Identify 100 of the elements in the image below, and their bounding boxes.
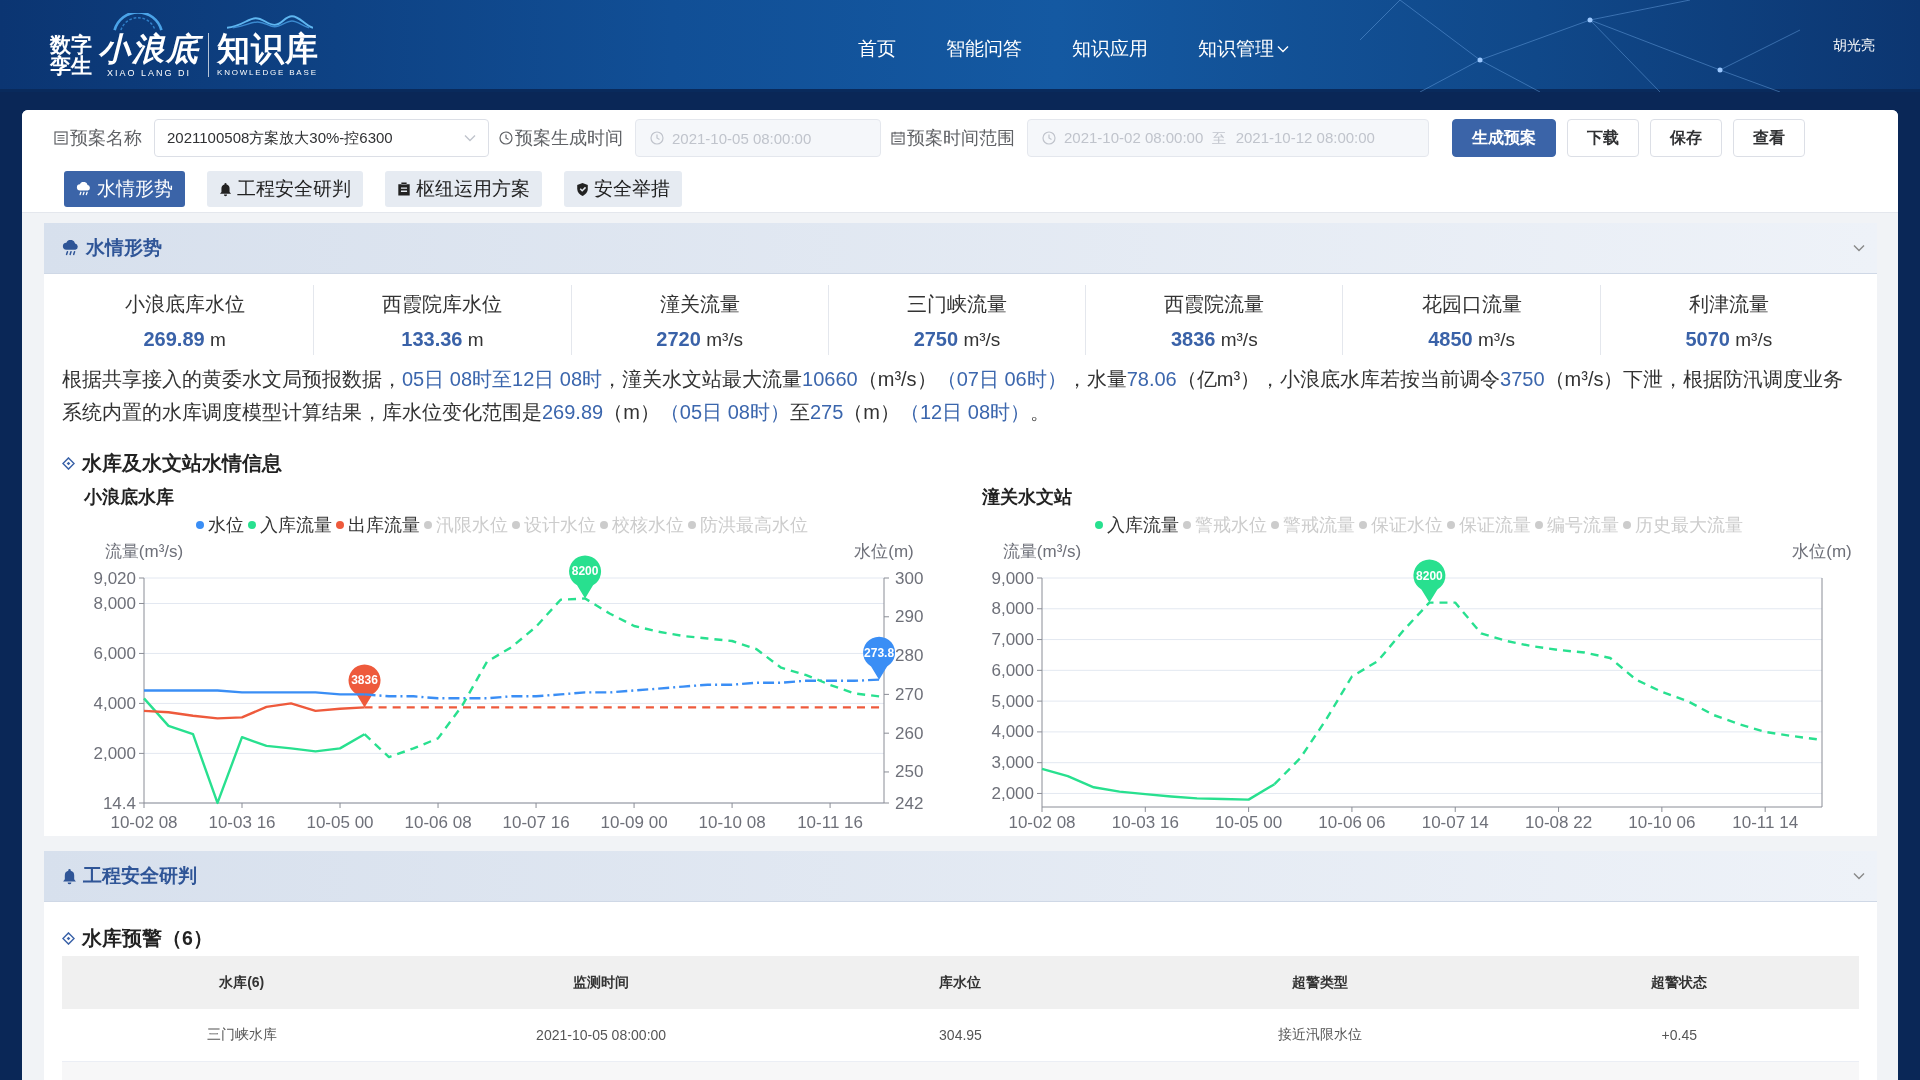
x-tick-label: 10-06 08 xyxy=(404,812,472,832)
section-title: 工程安全研判 xyxy=(83,864,197,888)
action-button[interactable]: 查看 xyxy=(1733,119,1805,157)
x-tick-label: 10-02 08 xyxy=(1008,812,1076,832)
y-tick-label: 14.4 xyxy=(102,793,136,813)
legend-dot-icon xyxy=(1270,521,1279,529)
legend-item[interactable]: 出库流量 xyxy=(336,513,420,537)
table-cell-text: 三门峡水库 xyxy=(205,1025,278,1044)
column-header: 库水位 xyxy=(938,972,983,992)
chevron-down-icon[interactable] xyxy=(1853,872,1865,880)
stat-label: 三门峡流量 xyxy=(907,292,1007,316)
y-tick-label: 7,000 xyxy=(991,630,1034,650)
diamond-icon xyxy=(62,931,75,945)
x-tick-label: 10-07 14 xyxy=(1421,812,1489,832)
y-tick-label: 270 xyxy=(895,684,924,704)
cloud-rain-icon xyxy=(76,182,92,196)
stat-label: 利津流量 xyxy=(1688,292,1769,316)
y-tick-label: 4,000 xyxy=(991,722,1034,742)
annotation: 8200 xyxy=(571,564,599,579)
x-tick-label: 10-10 08 xyxy=(698,812,766,832)
stat-value: 269.89 m xyxy=(143,327,226,352)
caret-icon xyxy=(464,134,476,142)
value-pin: 8200 xyxy=(1413,559,1446,603)
tab[interactable]: 水情形势 xyxy=(64,171,185,207)
x-tick-label: 10-03 16 xyxy=(208,812,276,832)
table-cell-text: 2021-10-05 08:00:00 xyxy=(535,1026,668,1045)
nav-link[interactable]: 知识管理 xyxy=(1198,37,1289,61)
bell-icon xyxy=(62,867,77,885)
logo-title: 知识库 xyxy=(217,32,319,66)
legend-dot-icon xyxy=(512,521,520,529)
table-cell-text: 接近汛限水位 xyxy=(1276,1025,1363,1044)
table-cell-text: 304.95 xyxy=(938,1026,983,1045)
subsection-title: 水库及水文站水情信息 xyxy=(82,450,282,476)
stat-value: 4850 m³/s xyxy=(1428,327,1515,352)
y-tick-label: 260 xyxy=(895,723,924,743)
y-tick-label: 9,000 xyxy=(991,568,1034,588)
logo-latin: XIAO LANG DI xyxy=(107,67,191,79)
legend-dot-icon xyxy=(424,521,432,529)
value-pin: 3836 xyxy=(348,664,381,708)
column-header: 超警状态 xyxy=(1650,972,1709,992)
logo-title-latin: KNOWLEDGE BASE xyxy=(217,68,318,78)
caret-icon xyxy=(1277,45,1289,53)
y-tick-label: 280 xyxy=(895,646,924,666)
y-tick-label: 6,000 xyxy=(991,660,1034,680)
stat-value: 133.36 m xyxy=(401,327,484,352)
field-label: 预案生成时间 xyxy=(515,127,623,150)
shield-icon xyxy=(576,181,589,197)
nav-link[interactable]: 智能问答 xyxy=(946,37,1022,61)
x-tick-label: 10-05 00 xyxy=(306,812,374,832)
annotation: 273.8 xyxy=(864,645,895,660)
stat-value: 2750 m³/s xyxy=(913,327,1001,352)
stat-value: 3836 m³/s xyxy=(1170,327,1258,352)
stat-value: 5070 m³/s xyxy=(1685,327,1773,352)
y-tick-label: 250 xyxy=(895,762,924,782)
plan-select[interactable]: 2021100508方案放大30%-控6300 xyxy=(154,119,489,157)
legend-item[interactable]: 入库流量 xyxy=(248,513,332,537)
action-button[interactable]: 下载 xyxy=(1567,119,1639,157)
x-tick-label: 10-11 16 xyxy=(797,812,863,832)
value-pin: 273.8 xyxy=(863,636,896,680)
nav-link[interactable]: 知识应用 xyxy=(1072,37,1148,61)
clipboard-icon xyxy=(397,182,411,196)
tab[interactable]: 工程安全研判 xyxy=(207,171,363,207)
tab[interactable]: 枢纽运用方案 xyxy=(385,171,542,207)
stat-label: 小浪底库水位 xyxy=(124,292,245,316)
nav-link[interactable]: 首页 xyxy=(858,37,896,61)
calendar-icon xyxy=(891,131,905,145)
y-tick-label: 290 xyxy=(895,607,924,627)
legend-item[interactable]: 入库流量 xyxy=(1094,513,1179,537)
tab[interactable]: 安全举措 xyxy=(564,171,682,207)
document-icon xyxy=(54,131,68,145)
field-label: 预案名称 xyxy=(70,127,142,150)
y-tick-label: 4,000 xyxy=(93,693,136,713)
action-button[interactable]: 保存 xyxy=(1650,119,1722,157)
x-tick-label: 10-09 00 xyxy=(600,812,668,832)
diamond-icon xyxy=(62,456,75,470)
legend-item[interactable]: 水位 xyxy=(196,513,244,537)
y-tick-label: 5,000 xyxy=(991,691,1034,711)
chevron-down-icon[interactable] xyxy=(1853,244,1865,252)
value-pin: 8200 xyxy=(569,555,602,599)
x-tick-label: 10-02 08 xyxy=(110,812,178,832)
legend-dot-icon xyxy=(1534,521,1543,529)
stat-value: 2720 m³/s xyxy=(656,327,744,352)
column-header: 监测时间 xyxy=(572,972,631,992)
stat-label: 西霞院流量 xyxy=(1164,292,1265,316)
annotation: 8200 xyxy=(1416,568,1444,583)
chart-title: 小浪底水库 xyxy=(84,486,174,509)
y-tick-label: 2,000 xyxy=(93,743,136,763)
wave-icon xyxy=(227,15,313,29)
field-label: 预案时间范围 xyxy=(907,127,1015,150)
stat-label: 潼关流量 xyxy=(659,292,740,316)
summary-text: 根据共享接入的黄委水文局预报数据，05日 08时至12日 08时，潼关水文站最大流量10660（m³/s）（07日 06时），水量78.06（亿m³），小浪底水库若按当前调令3750（m³/s）下泄，根据防汛调度业务系统内置的水库调度模型计算结果，库水位变化范围是269.89（m）（05日 08时）至275（m）（12日 08时）。 xyxy=(62,367,1845,425)
x-tick-label: 10-05 00 xyxy=(1215,812,1283,832)
table-cell-text: +0.45 xyxy=(1660,1026,1698,1045)
cloud-rain-icon xyxy=(62,240,80,256)
y-tick-label: 3,000 xyxy=(991,753,1034,773)
action-button[interactable]: 生成预案 xyxy=(1452,119,1556,157)
column-header: 水库(6) xyxy=(218,972,266,992)
legend-dot-icon xyxy=(600,521,608,529)
bell-icon xyxy=(219,181,232,197)
axis-title: 水位(m) xyxy=(854,541,914,561)
